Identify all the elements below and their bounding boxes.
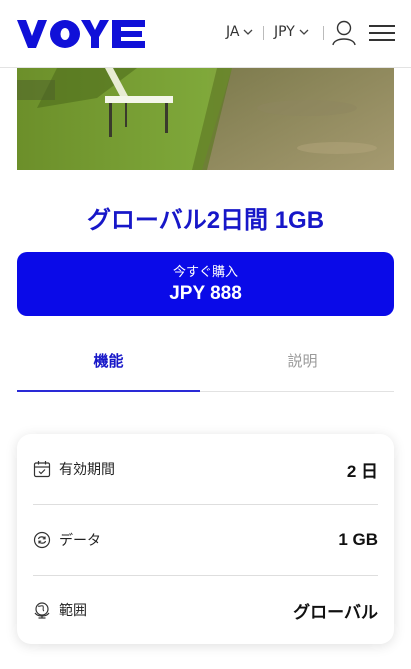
calendar-icon bbox=[33, 460, 51, 478]
product-tabs: 機能 説明 bbox=[17, 330, 394, 392]
divider bbox=[323, 26, 324, 40]
feature-row-coverage: 範囲 グローバル bbox=[33, 575, 378, 645]
divider bbox=[263, 26, 264, 40]
buy-now-button[interactable]: 今すぐ購入 JPY 888 bbox=[17, 252, 394, 316]
product-title: グローバル2日間 1GB bbox=[86, 207, 325, 234]
price-label: JPY 888 bbox=[169, 283, 242, 304]
hamburger-menu-icon[interactable] bbox=[369, 24, 395, 42]
chevron-down-icon bbox=[299, 29, 309, 35]
language-label: JA bbox=[226, 24, 240, 40]
chevron-down-icon bbox=[244, 29, 253, 35]
feature-row-validity: 有効期間 2 日 bbox=[33, 434, 378, 504]
feature-label: データ bbox=[59, 533, 101, 549]
tab-active-indicator bbox=[17, 390, 200, 392]
tab-features[interactable]: 機能 bbox=[17, 330, 200, 392]
voye-logo[interactable] bbox=[17, 20, 147, 52]
tab-description[interactable]: 説明 bbox=[211, 330, 394, 392]
currency-selector[interactable]: JPY bbox=[274, 24, 309, 40]
feature-label: 範囲 bbox=[59, 603, 87, 619]
feature-value: 2 日 bbox=[346, 461, 378, 481]
feature-row-data: データ 1 GB bbox=[33, 505, 378, 575]
data-transfer-icon bbox=[33, 531, 51, 549]
feature-value: 1 GB bbox=[338, 530, 378, 549]
feature-value: グローバル bbox=[293, 602, 378, 622]
language-selector[interactable]: JA bbox=[226, 24, 253, 40]
user-icon[interactable] bbox=[332, 20, 356, 46]
currency-label: JPY bbox=[274, 24, 295, 40]
globe-icon bbox=[33, 601, 51, 619]
product-hero-image bbox=[17, 68, 394, 170]
features-card: 有効期間 2 日 データ 1 GB 範囲 グローバル bbox=[17, 434, 394, 644]
buy-now-label: 今すぐ購入 bbox=[172, 265, 238, 280]
site-header: JA JPY bbox=[0, 0, 411, 68]
feature-label: 有効期間 bbox=[59, 462, 115, 478]
